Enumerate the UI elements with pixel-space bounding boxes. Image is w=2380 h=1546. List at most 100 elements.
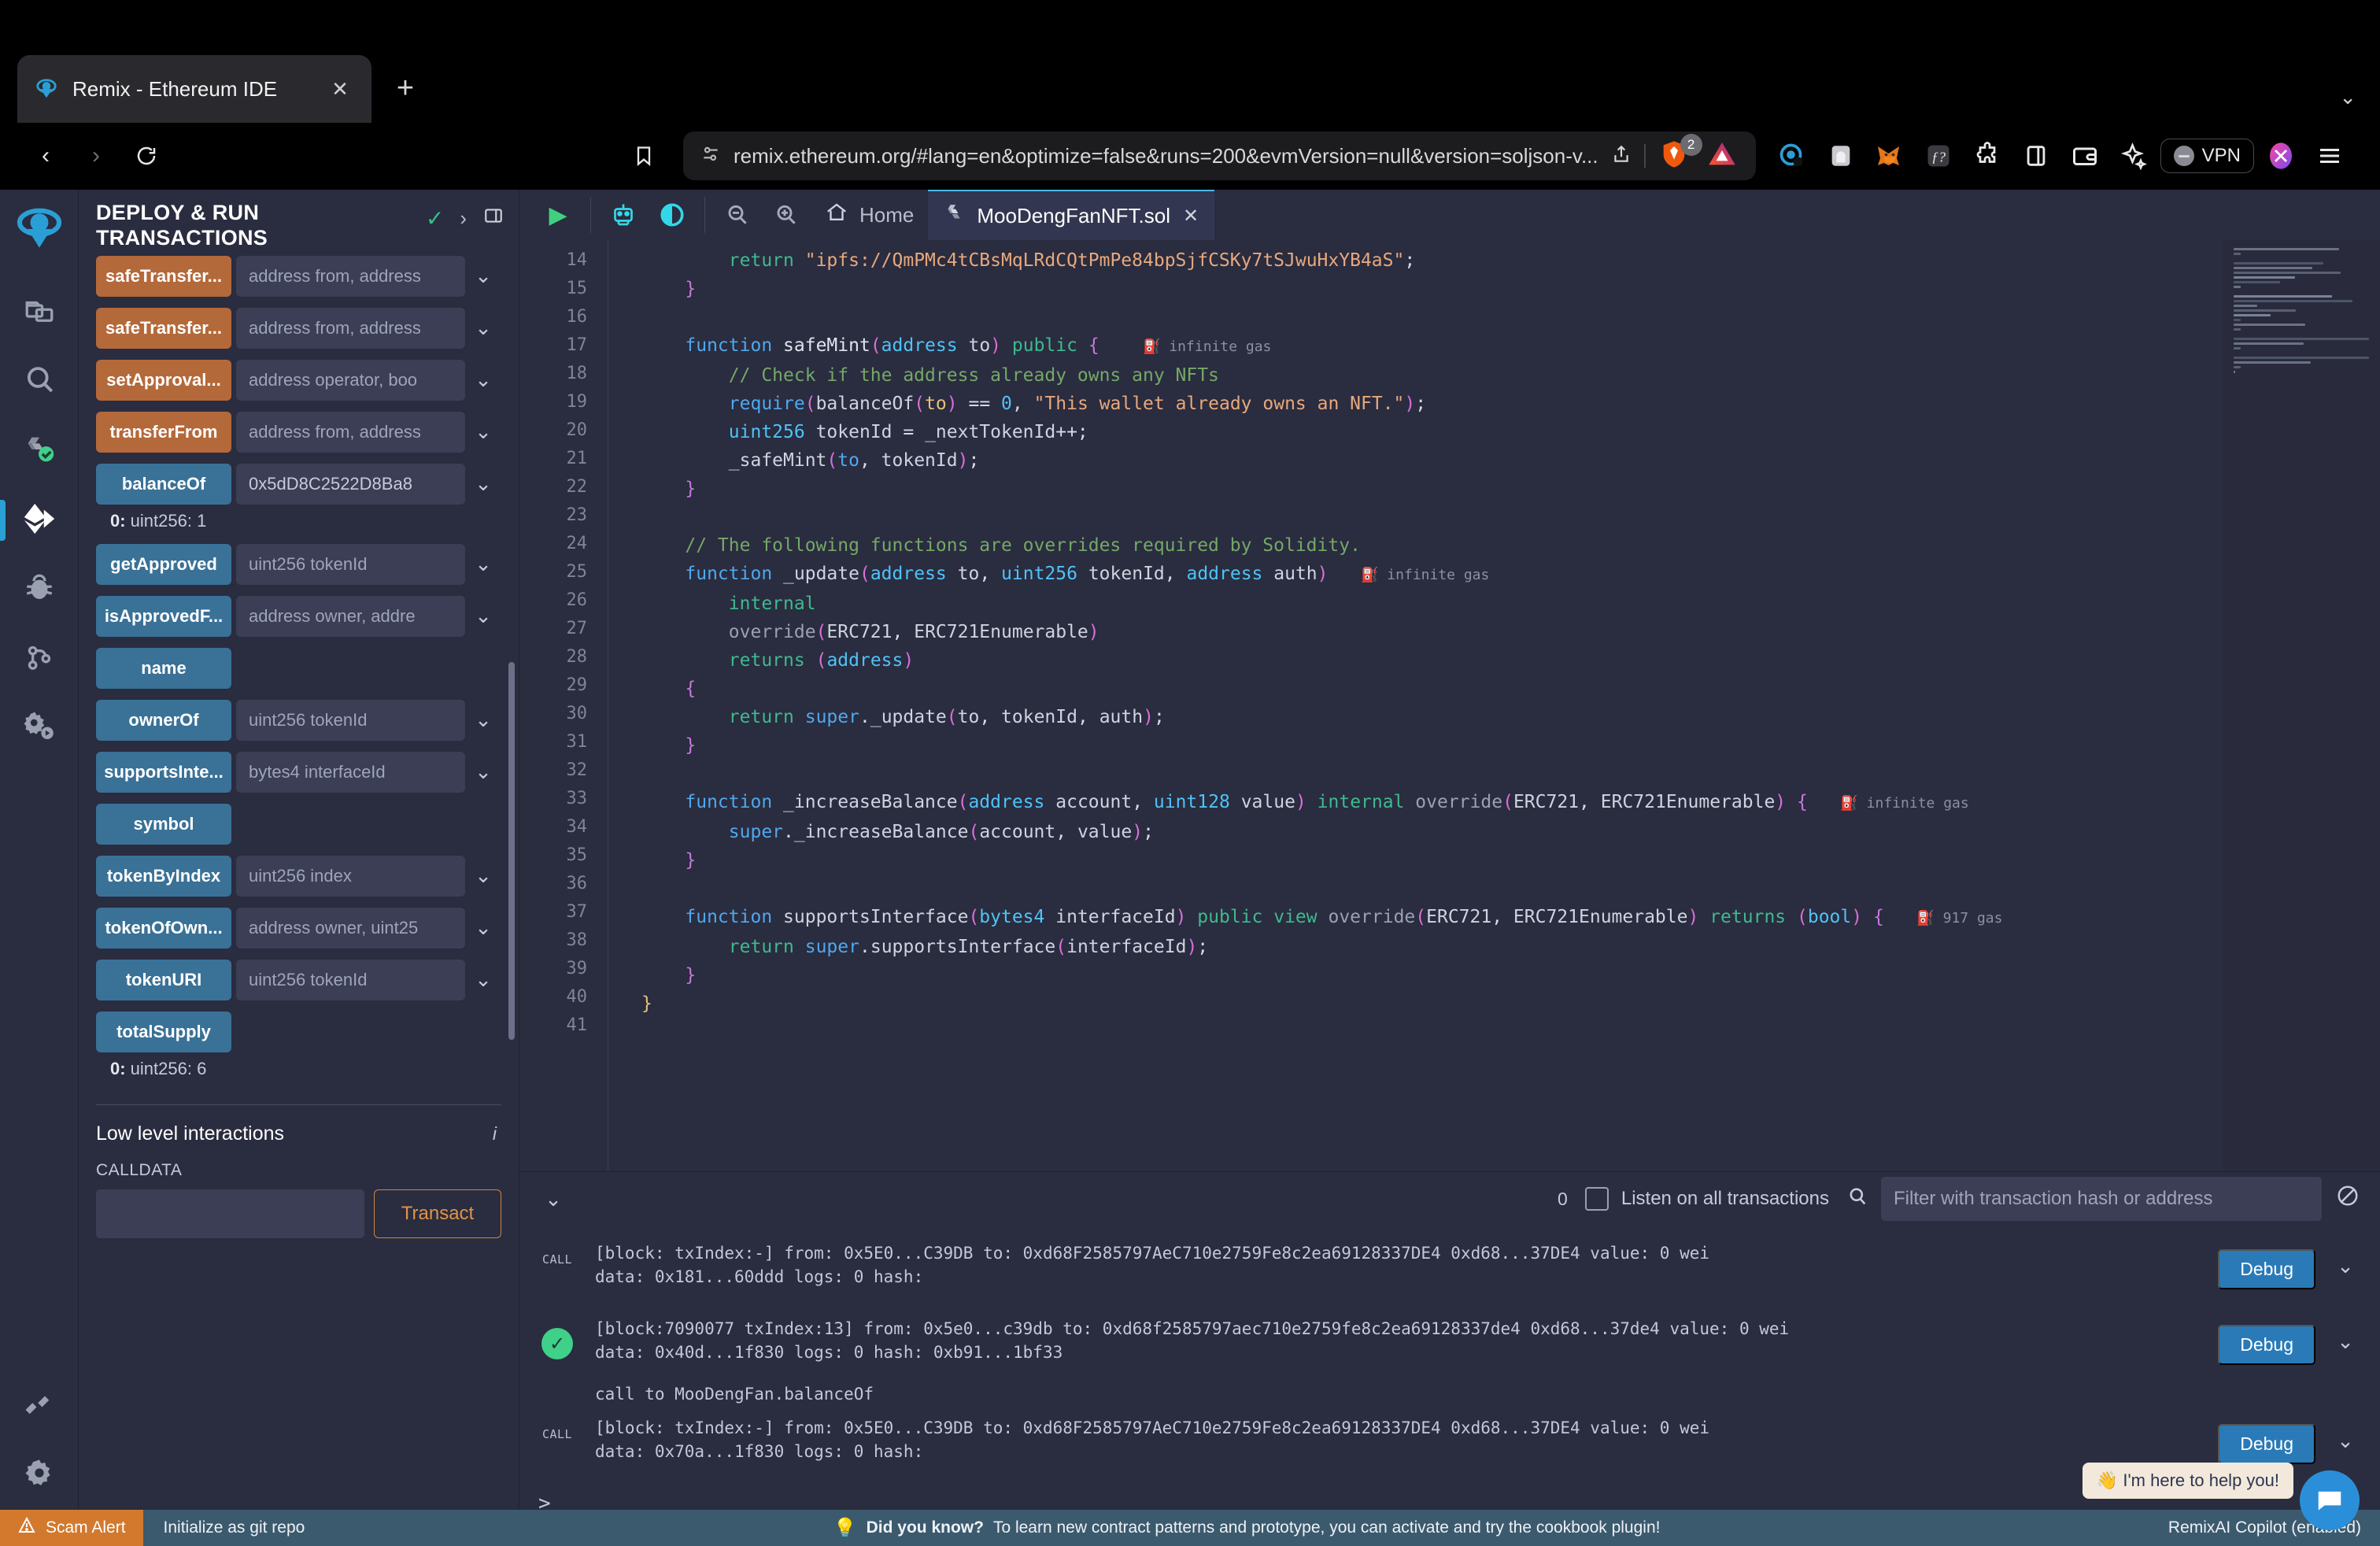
fingerprint-icon[interactable] [1819, 134, 1863, 178]
calldata-input[interactable] [96, 1189, 364, 1238]
sidebar-item-file-explorer[interactable] [0, 278, 79, 347]
editor-file-tab[interactable]: MooDengFanNFT.sol ✕ [928, 190, 1215, 240]
chevron-down-icon[interactable]: ⌄ [465, 308, 501, 349]
function-button[interactable]: ownerOf [96, 699, 231, 741]
chat-bubble-icon[interactable] [2300, 1470, 2360, 1530]
close-icon[interactable]: ✕ [1183, 205, 1199, 227]
debug-button[interactable]: Debug [2218, 1325, 2315, 1365]
transaction-filter-input[interactable]: Filter with transaction hash or address [1881, 1177, 2322, 1221]
function-argument-input[interactable]: uint256 tokenId [236, 959, 465, 1000]
wallet-icon[interactable] [2063, 134, 2107, 178]
sidebar-item-plugins[interactable] [0, 1371, 79, 1441]
code-line[interactable]: _safeMint(to, tokenId); [641, 446, 2380, 475]
chevron-double-down-icon[interactable]: ⌄ [535, 1187, 571, 1211]
chevron-down-icon[interactable]: ⌄ [465, 908, 501, 949]
code-line[interactable] [641, 303, 2380, 331]
hamburger-menu-icon[interactable] [2308, 134, 2352, 178]
transact-button[interactable]: Transact [374, 1189, 501, 1238]
brave-rewards-icon[interactable] [1770, 134, 1814, 178]
chevron-down-icon[interactable]: ⌄ [465, 700, 501, 741]
sidebar-item-search[interactable] [0, 347, 79, 416]
code-line[interactable]: } [641, 846, 2380, 875]
code-line[interactable]: } [641, 275, 2380, 303]
close-icon[interactable]: ✕ [326, 75, 354, 103]
function-button[interactable]: tokenURI [96, 959, 231, 1000]
search-icon[interactable] [1846, 1185, 1881, 1213]
share-icon[interactable] [1611, 144, 1632, 168]
contrast-icon[interactable] [648, 196, 697, 234]
back-icon[interactable]: ‹ [20, 131, 71, 181]
metamask-icon[interactable] [1868, 134, 1912, 178]
function-button[interactable]: setApproval... [96, 359, 231, 401]
address-bar[interactable]: remix.ethereum.org/#lang=en&optimize=fal… [683, 131, 1756, 180]
code-line[interactable]: function _update(address to, uint256 tok… [641, 560, 2380, 590]
chevron-down-icon[interactable]: ⌄ [2326, 1249, 2364, 1278]
function-button[interactable]: tokenOfOwn... [96, 907, 231, 949]
function-button[interactable]: totalSupply [96, 1011, 231, 1052]
no-entry-icon[interactable] [2322, 1184, 2360, 1214]
chevron-down-icon[interactable]: ⌄ [465, 960, 501, 1000]
new-tab-button[interactable]: + [381, 64, 430, 113]
sidebar-item-git[interactable] [0, 624, 79, 693]
code-line[interactable]: } [641, 475, 2380, 503]
code-line[interactable]: uint256 tokenId = _nextTokenId++; [641, 418, 2380, 446]
code-content[interactable]: return "ipfs://QmPMc4tCBsMqLRdCQtPmPe84b… [608, 240, 2380, 1171]
code-line[interactable]: require(balanceOf(to) == 0, "This wallet… [641, 390, 2380, 418]
listen-all-transactions-checkbox[interactable] [1584, 1187, 1609, 1211]
code-line[interactable]: super._increaseBalance(account, value); [641, 818, 2380, 846]
chevron-down-icon[interactable]: ⌄ [465, 464, 501, 505]
function-button[interactable]: symbol [96, 803, 231, 845]
brave-rewards-triangle-icon[interactable] [1706, 139, 1739, 174]
chevron-down-icon[interactable]: ⌄ [465, 256, 501, 297]
function-argument-input[interactable]: address operator, boo [236, 359, 465, 401]
info-icon[interactable]: i [493, 1123, 501, 1145]
function-button[interactable]: getApproved [96, 543, 231, 585]
sidebar-item-plugin-manager[interactable] [0, 693, 79, 763]
function-button[interactable]: transferFrom [96, 411, 231, 453]
function-argument-input[interactable]: uint256 tokenId [236, 543, 465, 585]
code-line[interactable] [641, 875, 2380, 903]
check-icon[interactable]: ✓ [426, 205, 444, 231]
chevron-right-icon[interactable]: › [460, 206, 467, 231]
zoom-in-icon[interactable] [762, 196, 811, 234]
code-line[interactable]: function _increaseBalance(address accoun… [641, 788, 2380, 818]
code-area[interactable]: 14 15 16 17 18 19 20 21 22 23 24 25 26 27 28 29 30 31 32 33… [519, 240, 2380, 1171]
function-argument-input[interactable]: bytes4 interfaceId [236, 751, 465, 793]
chevron-down-icon[interactable]: ⌄ [465, 856, 501, 897]
function-button[interactable]: name [96, 647, 231, 689]
debug-button[interactable]: Debug [2218, 1249, 2315, 1289]
editor-minimap[interactable] [2223, 240, 2380, 1171]
code-line[interactable]: } [641, 731, 2380, 760]
remix-logo-icon[interactable] [12, 202, 67, 257]
code-line[interactable]: return super._update(to, tokenId, auth); [641, 703, 2380, 731]
code-line[interactable]: // The following functions are overrides… [641, 531, 2380, 560]
sidebar-item-deploy-and-run[interactable] [0, 486, 79, 555]
code-line[interactable]: internal [641, 590, 2380, 618]
sidebar-item-solidity-compiler[interactable] [0, 416, 79, 486]
sidebar-scrollbar[interactable] [508, 662, 515, 1040]
function-argument-input[interactable]: address from, address [236, 255, 465, 297]
scam-alert-button[interactable]: Scam Alert [0, 1510, 143, 1546]
bookmark-icon[interactable] [619, 131, 669, 181]
function-button[interactable]: supportsInte... [96, 751, 231, 793]
code-line[interactable] [641, 760, 2380, 788]
code-line[interactable]: return super.supportsInterface(interface… [641, 933, 2380, 961]
profile-avatar-icon[interactable] [2259, 134, 2303, 178]
chevron-down-icon[interactable]: ⌄ [2326, 1325, 2364, 1354]
function-button[interactable]: balanceOf [96, 463, 231, 505]
chevron-down-icon[interactable]: ⌄ [465, 752, 501, 793]
sidebar-item-debugger[interactable] [0, 555, 79, 624]
function-button[interactable]: safeTransfer... [96, 255, 231, 297]
chevron-down-icon[interactable]: ⌄ [465, 412, 501, 453]
phantom-icon[interactable]: ƒ? [1916, 134, 1961, 178]
code-line[interactable] [641, 1018, 2380, 1046]
function-button[interactable]: isApprovedF... [96, 595, 231, 637]
code-line[interactable]: function supportsInterface(bytes4 interf… [641, 903, 2380, 933]
code-line[interactable]: { [641, 675, 2380, 703]
robot-icon[interactable] [599, 196, 648, 234]
function-argument-input[interactable]: address from, address [236, 411, 465, 453]
git-init-button[interactable]: Initialize as git repo [143, 1518, 326, 1537]
code-line[interactable]: returns (address) [641, 646, 2380, 675]
zoom-out-icon[interactable] [713, 196, 762, 234]
code-line[interactable]: function safeMint(address to) public { ⛽… [641, 331, 2380, 361]
